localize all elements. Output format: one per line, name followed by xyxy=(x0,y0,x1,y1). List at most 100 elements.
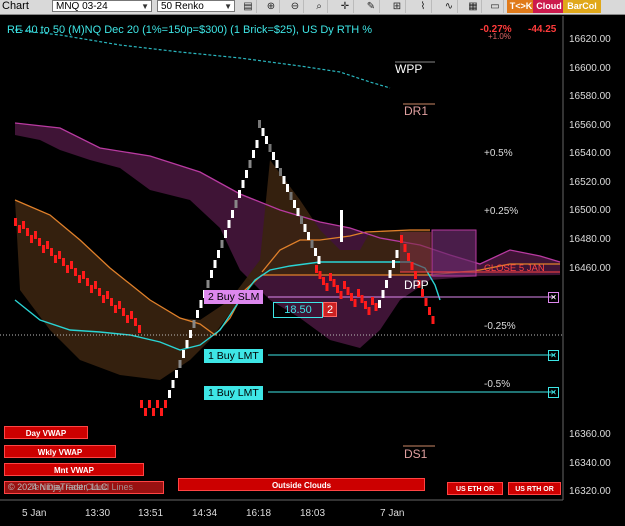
renko-brick xyxy=(54,255,57,263)
price-axis-label: 16340.00 xyxy=(569,458,611,469)
position-quantity[interactable]: 2 xyxy=(323,302,337,317)
renko-brick xyxy=(178,360,182,368)
minus-quarter-pct-label: -0.25% xyxy=(484,321,516,332)
renko-brick xyxy=(220,240,224,248)
renko-brick xyxy=(329,273,332,281)
renko-brick xyxy=(395,250,399,258)
renko-brick xyxy=(392,260,395,268)
buy-lmt-order-label-2[interactable]: 1 Buy LMT xyxy=(204,386,263,400)
renko-brick xyxy=(94,281,97,289)
mnt-vwap-button[interactable]: Mnt VWAP xyxy=(4,463,144,476)
renko-brick xyxy=(340,226,343,234)
time-label: 13:51 xyxy=(138,508,164,519)
close-label: CLOSE 5 JAN xyxy=(484,263,545,274)
renko-brick xyxy=(46,241,49,249)
renko-brick xyxy=(231,210,234,218)
renko-brick xyxy=(18,225,21,233)
dpp-label: DPP xyxy=(404,278,429,292)
renko-brick xyxy=(322,277,325,285)
cancel-lmt2-close-icon[interactable]: ✕ xyxy=(548,387,559,398)
renko-brick xyxy=(152,408,155,416)
renko-brick xyxy=(82,271,85,279)
renko-brick xyxy=(272,152,275,160)
renko-brick xyxy=(78,275,81,283)
renko-brick xyxy=(385,280,388,288)
pnl-amount: -44.25 xyxy=(528,24,557,35)
cancel-lmt1-close-icon[interactable]: ✕ xyxy=(548,350,559,361)
renko-brick xyxy=(140,400,143,408)
renko-brick xyxy=(122,308,125,316)
renko-brick xyxy=(353,299,357,307)
renko-brick xyxy=(325,283,329,291)
renko-brick xyxy=(255,140,259,148)
renko-brick xyxy=(22,221,25,229)
renko-brick xyxy=(381,290,385,298)
plus-quarter-pct-label: +0.25% xyxy=(484,206,519,217)
renko-brick xyxy=(424,298,428,306)
renko-brick xyxy=(403,244,407,252)
price-axis-label: 16320.00 xyxy=(569,486,611,497)
buy-slm-order-label[interactable]: 2 Buy SLM xyxy=(204,290,264,304)
cancel-slm-close-icon[interactable]: ✕ xyxy=(548,292,559,303)
renko-brick xyxy=(106,291,109,299)
renko-brick xyxy=(336,285,339,293)
pnl-overlap-label: +1.0% xyxy=(488,32,511,41)
renko-brick xyxy=(182,350,185,358)
renko-brick xyxy=(340,210,343,218)
plus-half-pct-label: +0.5% xyxy=(484,148,513,159)
outside-clouds-button[interactable]: Outside Clouds xyxy=(178,478,425,491)
renko-brick xyxy=(171,380,175,388)
renko-brick xyxy=(293,200,296,208)
renko-brick xyxy=(134,318,137,326)
renko-brick xyxy=(400,235,403,243)
renko-brick xyxy=(98,288,101,296)
renko-brick xyxy=(156,400,159,408)
time-label: 18:03 xyxy=(300,508,326,519)
renko-brick xyxy=(340,234,343,242)
renko-brick xyxy=(224,230,227,238)
renko-brick xyxy=(138,325,141,333)
renko-brick xyxy=(26,228,29,236)
ten-day-fast-cloud-label: Ten Day Fast Cloud Lines xyxy=(30,482,134,492)
wkly-vwap-button[interactable]: Wkly VWAP xyxy=(4,445,116,458)
renko-brick xyxy=(38,238,41,246)
renko-brick xyxy=(164,400,167,408)
price-axis-label: 16520.00 xyxy=(569,177,611,188)
renko-brick xyxy=(343,281,346,289)
renko-brick xyxy=(160,408,163,416)
renko-brick xyxy=(261,128,265,136)
price-axis-label: 16480.00 xyxy=(569,234,611,245)
renko-brick xyxy=(102,295,105,303)
renko-brick xyxy=(367,307,371,315)
renko-brick xyxy=(14,218,17,226)
renko-brick xyxy=(70,261,73,269)
time-label: 13:30 xyxy=(85,508,111,519)
renko-brick xyxy=(286,184,289,192)
buy-lmt-order-label-1[interactable]: 1 Buy LMT xyxy=(204,349,263,363)
renko-brick xyxy=(360,295,364,303)
renko-brick xyxy=(148,400,151,408)
renko-brick xyxy=(227,220,231,228)
dr1-label: DR1 xyxy=(404,104,429,118)
renko-brick xyxy=(289,192,293,200)
renko-brick xyxy=(388,270,392,278)
time-label: 5 Jan xyxy=(22,508,47,519)
renko-brick xyxy=(268,144,272,152)
renko-brick xyxy=(303,224,307,232)
us-eth-or-button[interactable]: US ETH OR xyxy=(447,482,503,495)
renko-brick xyxy=(144,408,147,416)
renko-brick xyxy=(410,262,414,270)
renko-brick xyxy=(196,310,199,318)
price-axis-label: 16600.00 xyxy=(569,63,611,74)
renko-brick xyxy=(62,258,65,266)
price-axis-label: 16460.00 xyxy=(569,263,611,274)
us-rth-or-button[interactable]: US RTH OR xyxy=(508,482,561,495)
renko-brick xyxy=(189,330,192,338)
day-vwap-button[interactable]: Day VWAP xyxy=(4,426,88,439)
renko-brick xyxy=(74,268,77,276)
renko-brick xyxy=(346,287,350,295)
renko-brick xyxy=(234,200,238,208)
renko-brick xyxy=(282,176,286,184)
price-box-lmt2: 16375.50 xyxy=(567,386,611,398)
renko-brick xyxy=(126,315,129,323)
